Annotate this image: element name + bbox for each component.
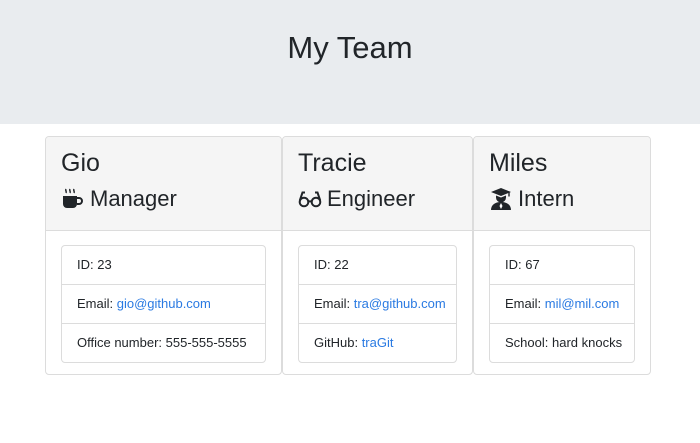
employee-card-intern: Miles Intern ID: 67 Email: mil@mil.com S…	[473, 136, 651, 375]
email-link[interactable]: tra@github.com	[354, 296, 446, 311]
employee-id: ID: 23	[62, 246, 265, 285]
employee-role: Manager	[61, 185, 177, 213]
employee-email-row: Email: mil@mil.com	[490, 285, 634, 324]
employee-card-manager: Gio Manager ID: 23 Email: gio@github.com…	[45, 136, 282, 375]
email-label: Email:	[505, 296, 545, 311]
employee-id: ID: 67	[490, 246, 634, 285]
employee-name: Gio	[61, 149, 100, 177]
page-title: My Team	[287, 30, 413, 65]
page-header: My Team	[0, 0, 700, 124]
mug-icon	[61, 187, 85, 211]
role-label: Engineer	[327, 186, 416, 211]
school-label: School:	[505, 335, 552, 350]
employee-details-list: ID: 23 Email: gio@github.com Office numb…	[61, 245, 266, 363]
office-number-label: Office number:	[77, 335, 166, 350]
office-number-row: Office number: 555-555-5555	[62, 324, 265, 362]
school-row: School: hard knocks	[490, 324, 634, 362]
role-label: Manager	[90, 186, 177, 211]
role-label: Intern	[518, 186, 575, 211]
glasses-icon	[298, 187, 322, 211]
github-link[interactable]: traGit	[362, 335, 394, 350]
github-row: GitHub: traGit	[299, 324, 456, 362]
card-header: Gio Manager	[46, 137, 281, 231]
employee-role: Engineer	[298, 185, 415, 213]
employee-role: Intern	[489, 185, 574, 213]
email-label: Email:	[314, 296, 354, 311]
employee-name: Miles	[489, 149, 548, 177]
employee-details-list: ID: 22 Email: tra@github.com GitHub: tra…	[298, 245, 457, 363]
employee-id: ID: 22	[299, 246, 456, 285]
graduate-icon	[489, 187, 513, 211]
school-value: hard knocks	[551, 335, 623, 350]
employee-name: Tracie	[298, 149, 367, 177]
github-label: GitHub:	[314, 335, 362, 350]
employee-email-row: Email: gio@github.com	[62, 285, 265, 324]
email-link[interactable]: mil@mil.com	[545, 296, 620, 311]
employee-details-list: ID: 67 Email: mil@mil.com School: hard k…	[489, 245, 635, 363]
employee-email-row: Email: tra@github.com	[299, 285, 456, 324]
email-link[interactable]: gio@github.com	[117, 296, 211, 311]
email-label: Email:	[77, 296, 117, 311]
employee-card-engineer: Tracie Engineer ID: 22 Email: tra@github…	[282, 136, 473, 375]
card-header: Miles Intern	[474, 137, 650, 231]
office-number-value: 555-555-5555	[165, 335, 247, 350]
card-header: Tracie Engineer	[283, 137, 472, 231]
